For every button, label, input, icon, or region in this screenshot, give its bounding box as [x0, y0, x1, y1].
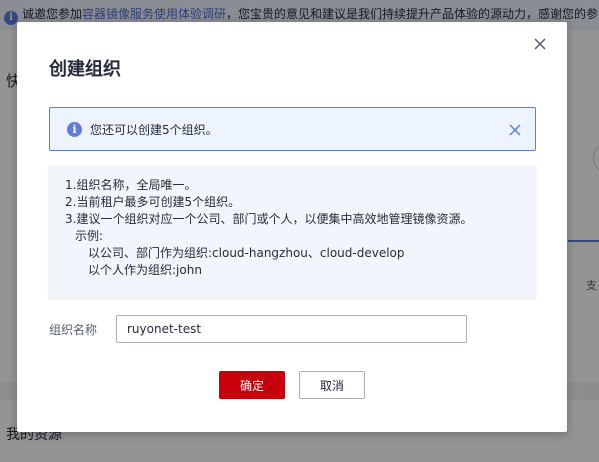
dialog-title: 创建组织 — [49, 59, 121, 80]
alert-close-icon[interactable] — [508, 122, 522, 136]
example-item: 以个人作为组织:john — [88, 263, 202, 277]
organization-name-label: 组织名称 — [49, 323, 98, 337]
alert-text: 您还可以创建5个组织。 — [90, 123, 218, 137]
info-alert: i 您还可以创建5个组织。 — [49, 107, 536, 151]
tip-line: 2.当前租户最多可创建5个组织。 — [65, 195, 241, 209]
info-icon: i — [67, 122, 82, 137]
tips-panel: 1.组织名称，全局唯一。 2.当前租户最多可创建5个组织。 3.建议一个组织对应… — [49, 165, 536, 298]
organization-name-input[interactable] — [116, 315, 467, 343]
tip-line: 3.建议一个组织对应一个公司、部门或个人，以便集中高效地管理镜像资源。 — [65, 212, 473, 226]
example-item: 以公司、部门作为组织:cloud-hangzhou、cloud-develop — [88, 246, 405, 260]
confirm-button[interactable]: 确定 — [219, 371, 285, 399]
close-icon[interactable] — [532, 36, 548, 52]
create-organization-dialog: 创建组织 i 您还可以创建5个组织。 1.组织名称，全局唯一。 2.当前租户最多… — [17, 22, 567, 432]
cancel-button[interactable]: 取消 — [299, 371, 365, 399]
example-label: 示例: — [75, 229, 104, 243]
tip-line: 1.组织名称，全局唯一。 — [65, 178, 197, 192]
